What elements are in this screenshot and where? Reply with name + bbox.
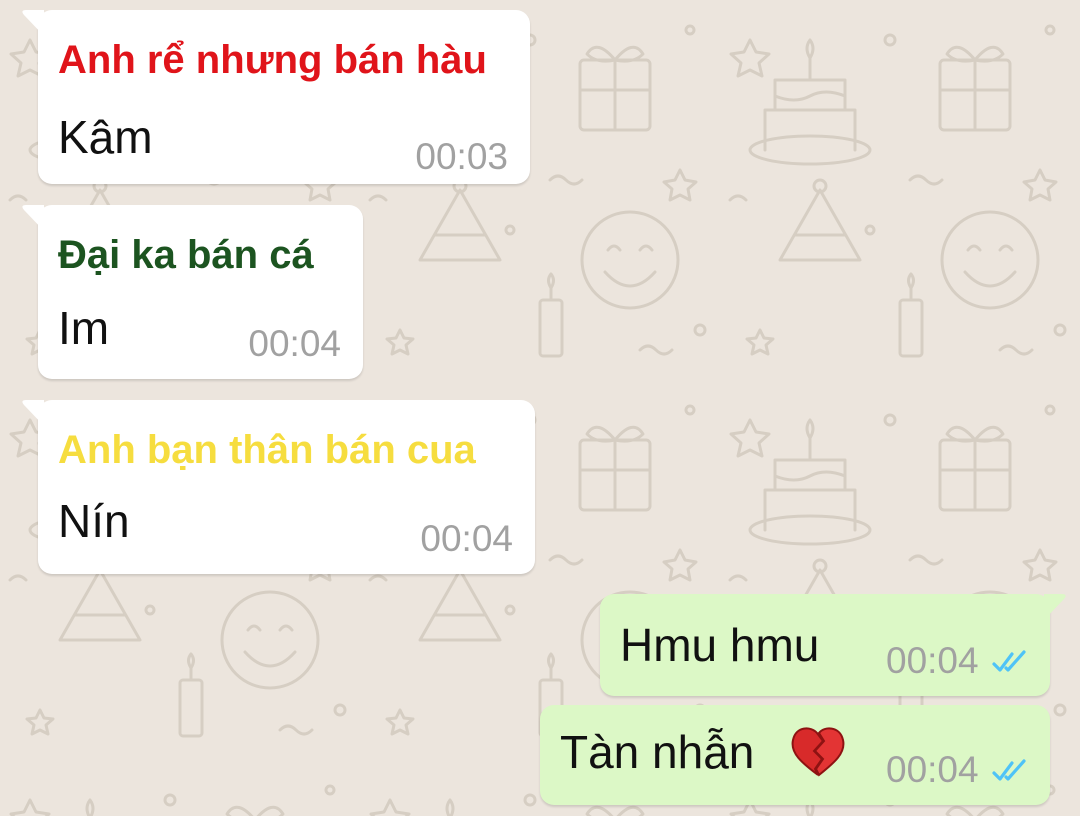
message-text: Nín	[58, 495, 130, 547]
bubble-tail	[22, 205, 44, 231]
message-timestamp: 00:04	[886, 640, 979, 681]
sender-name[interactable]: Đại ka bán cá	[58, 235, 314, 275]
message-text: Im	[58, 302, 110, 354]
sender-name[interactable]: Anh bạn thân bán cua	[58, 430, 476, 470]
double-check-icon	[992, 650, 1026, 672]
message-timestamp: 00:04	[886, 749, 979, 790]
broken-heart-icon	[791, 727, 845, 777]
message-text: Tàn nhẫn	[560, 726, 755, 778]
double-check-icon	[992, 759, 1026, 781]
message-text: Kâm	[58, 111, 153, 163]
bubble-tail	[22, 10, 44, 36]
message-timestamp: 00:04	[248, 323, 341, 364]
sender-name[interactable]: Anh rể nhưng bán hàu	[58, 40, 487, 80]
message-text: Hmu hmu	[620, 619, 820, 671]
message-bubble-incoming[interactable]: Anh rể nhưng bán hàu Kâm 00:03	[22, 10, 530, 184]
message-bubble-outgoing[interactable]: Tàn nhẫn 00:04	[540, 705, 1050, 805]
bubble-tail	[1044, 594, 1066, 620]
bubble-tail	[22, 400, 44, 426]
message-timestamp: 00:04	[420, 518, 513, 559]
message-bubble-outgoing[interactable]: Hmu hmu 00:04	[600, 594, 1066, 696]
message-timestamp: 00:03	[415, 136, 508, 177]
message-bubble-incoming[interactable]: Anh bạn thân bán cua Nín 00:04	[22, 400, 535, 574]
message-bubble-incoming[interactable]: Đại ka bán cá Im 00:04	[22, 205, 363, 379]
